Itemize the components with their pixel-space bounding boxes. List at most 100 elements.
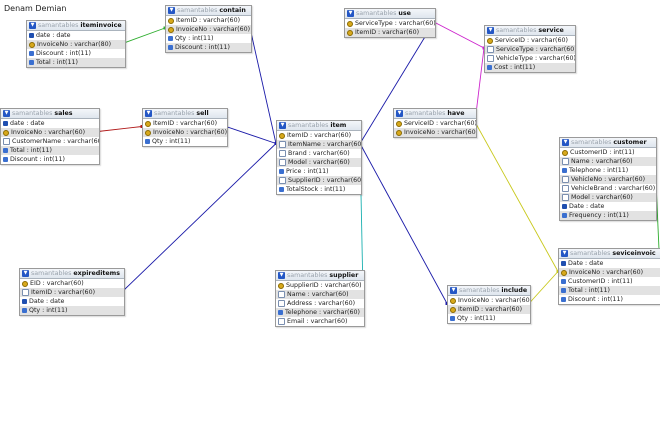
collapse-toggle-icon[interactable]: ▼	[561, 250, 568, 257]
column-row[interactable]: Total : int(11)	[27, 58, 125, 67]
column-row[interactable]: VehicleNo : varchar(60)	[560, 175, 656, 184]
table-header[interactable]: ▼ samantables contain	[166, 6, 251, 16]
table-header[interactable]: ▼ samantables supplier	[276, 271, 364, 281]
table-name: customer	[613, 139, 647, 146]
column-row[interactable]: date : date	[1, 119, 99, 128]
table-have[interactable]: ▼ samantables have ServiceID : varchar(60) I…	[393, 108, 477, 138]
collapse-toggle-icon[interactable]: ▼	[562, 139, 569, 146]
column-label: Discount : int(11)	[568, 296, 623, 303]
column-label: Qty : int(11)	[457, 315, 496, 322]
column-row[interactable]: Telephone : int(11)	[560, 166, 656, 175]
table-header[interactable]: ▼ samantables use	[345, 9, 435, 19]
column-row[interactable]: ServiceType : varchar(60)	[345, 19, 435, 28]
column-row[interactable]: Model : varchar(60)	[560, 193, 656, 202]
column-row[interactable]: Date : date	[20, 297, 124, 306]
column-row[interactable]: Date : date	[559, 259, 660, 268]
column-row[interactable]: ItemID : varchar(60)	[20, 288, 124, 297]
column-row[interactable]: Price : int(11)	[277, 167, 361, 176]
column-row[interactable]: VehicleType : varchar(60)	[485, 54, 575, 63]
collapse-toggle-icon[interactable]: ▼	[29, 22, 36, 29]
table-sell[interactable]: ▼ samantables sell ItemID : varchar(60) Invo…	[142, 108, 228, 147]
table-use[interactable]: ▼ samantables use ServiceType : varchar(60)…	[344, 8, 436, 38]
collapse-toggle-icon[interactable]: ▼	[347, 10, 354, 17]
column-row[interactable]: Frequency : int(11)	[560, 211, 656, 220]
column-row[interactable]: Date : date	[560, 202, 656, 211]
table-item[interactable]: ▼ samantables item ItemID : varchar(60) Item…	[276, 120, 362, 195]
collapse-toggle-icon[interactable]: ▼	[450, 287, 457, 294]
column-row[interactable]: Qty : int(11)	[143, 137, 227, 146]
collapse-toggle-icon[interactable]: ▼	[22, 270, 29, 277]
column-row[interactable]: ServiceType : varchar(60)	[485, 45, 575, 54]
table-header[interactable]: ▼ samantables seviceinvoic	[559, 249, 660, 259]
column-row[interactable]: SupplierID : varchar(60)	[276, 281, 364, 290]
column-row[interactable]: ItemID : varchar(60)	[345, 28, 435, 37]
column-row[interactable]: ItemID : varchar(60)	[143, 119, 227, 128]
table-header[interactable]: ▼ samantables service	[485, 26, 575, 36]
column-row[interactable]: Name : varchar(60)	[276, 290, 364, 299]
column-row[interactable]: Address : varchar(60)	[276, 299, 364, 308]
column-row[interactable]: ItemName : varchar(60)	[277, 140, 361, 149]
table-header[interactable]: ▼ samantables item	[277, 121, 361, 131]
column-row[interactable]: Qty : int(11)	[20, 306, 124, 315]
column-row[interactable]: InvoiceNo : varchar(80)	[27, 40, 125, 49]
table-customer[interactable]: ▼ samantables customer CustomerID : int(11)…	[559, 137, 657, 221]
column-row[interactable]: InvoiceNo : varchar(60)	[394, 128, 476, 137]
table-header[interactable]: ▼ samantables have	[394, 109, 476, 119]
table-header[interactable]: ▼ samantables include	[448, 286, 530, 296]
collapse-toggle-icon[interactable]: ▼	[396, 110, 403, 117]
table-expireditems[interactable]: ▼ samantables expireditems EID : varchar(60…	[19, 268, 125, 316]
column-row[interactable]: Qty : int(11)	[166, 34, 251, 43]
column-row[interactable]: Discount : int(11)	[559, 295, 660, 304]
column-row[interactable]: InvoiceNo : varchar(60)	[143, 128, 227, 137]
table-header[interactable]: ▼ samantables iteminvoice	[27, 21, 125, 31]
column-row[interactable]: TotalStock : int(11)	[277, 185, 361, 194]
column-row[interactable]: Cost : int(11)	[485, 63, 575, 72]
column-row[interactable]: Total : int(11)	[1, 146, 99, 155]
column-row[interactable]: ItemID : varchar(60)	[448, 305, 530, 314]
table-iteminvoice[interactable]: ▼ samantables iteminvoice date : date Invoic…	[26, 20, 126, 68]
table-contain[interactable]: ▼ samantables contain ItemID : varchar(60) I…	[165, 5, 252, 53]
collapse-toggle-icon[interactable]: ▼	[279, 122, 286, 129]
column-row[interactable]: Model : varchar(60)	[277, 158, 361, 167]
column-row[interactable]: ItemID : varchar(60)	[166, 16, 251, 25]
collapse-toggle-icon[interactable]: ▼	[278, 272, 285, 279]
column-row[interactable]: Discount : int(11)	[1, 155, 99, 164]
table-sales[interactable]: ▼ samantables sales date : date InvoiceNo : …	[0, 108, 100, 165]
column-row[interactable]: CustomerID : int(11)	[559, 277, 660, 286]
table-supplier[interactable]: ▼ samantables supplier SupplierID : varchar…	[275, 270, 365, 327]
table-include[interactable]: ▼ samantables include InvoiceNo : varchar(6…	[447, 285, 531, 324]
column-row[interactable]: Discount : int(11)	[27, 49, 125, 58]
numeric-field-icon	[29, 51, 34, 56]
column-row[interactable]: date : date	[27, 31, 125, 40]
collapse-toggle-icon[interactable]: ▼	[145, 110, 152, 117]
column-row[interactable]: InvoiceNo : varchar(60)	[166, 25, 251, 34]
column-row[interactable]: Brand : varchar(60)	[277, 149, 361, 158]
table-header[interactable]: ▼ samantables expireditems	[20, 269, 124, 279]
collapse-toggle-icon[interactable]: ▼	[168, 7, 175, 14]
column-row[interactable]: Name : varchar(60)	[560, 157, 656, 166]
column-row[interactable]: VehicleBrand : varchar(60)	[560, 184, 656, 193]
table-service[interactable]: ▼ samantables service ServiceID : varchar(6…	[484, 25, 576, 73]
column-row[interactable]: ItemID : varchar(60)	[277, 131, 361, 140]
column-row[interactable]: Email : varchar(60)	[276, 317, 364, 326]
column-row[interactable]: EID : varchar(60)	[20, 279, 124, 288]
column-row[interactable]: ServiceID : varchar(60)	[394, 119, 476, 128]
column-row[interactable]: Telephone : varchar(60)	[276, 308, 364, 317]
column-row[interactable]: CustomerID : int(11)	[560, 148, 656, 157]
table-header[interactable]: ▼ samantables sell	[143, 109, 227, 119]
column-row[interactable]: CustomerName : varchar(60)	[1, 137, 99, 146]
column-row[interactable]: Total : int(11)	[559, 286, 660, 295]
column-row[interactable]: InvoiceNo : varchar(60)	[448, 296, 530, 305]
table-header[interactable]: ▼ samantables customer	[560, 138, 656, 148]
column-row[interactable]: Qty : int(11)	[448, 314, 530, 323]
column-row[interactable]: InvoiceNo : varchar(60)	[559, 268, 660, 277]
collapse-toggle-icon[interactable]: ▼	[487, 27, 494, 34]
column-row[interactable]: SupplierID : varchar(60)	[277, 176, 361, 185]
collapse-toggle-icon[interactable]: ▼	[3, 110, 10, 117]
database-name: samantables	[287, 272, 328, 279]
table-seviceinvoice[interactable]: ▼ samantables seviceinvoic Date : date Invoi…	[558, 248, 660, 305]
column-row[interactable]: ServiceID : varchar(60)	[485, 36, 575, 45]
column-row[interactable]: Discount : int(11)	[166, 43, 251, 52]
table-header[interactable]: ▼ samantables sales	[1, 109, 99, 119]
column-row[interactable]: InvoiceNo : varchar(60)	[1, 128, 99, 137]
